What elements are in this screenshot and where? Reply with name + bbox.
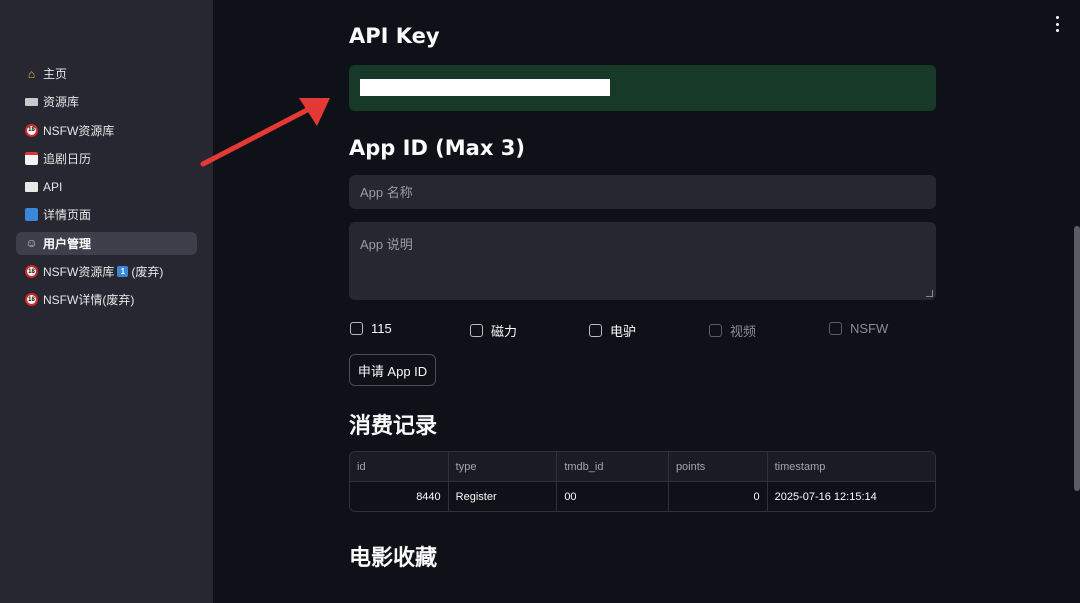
sidebar-item-calendar[interactable]: 追剧日历 [16,147,197,170]
sidebar: ⌂ 主页 资源库 18 NSFW资源库 追剧日历 API 详情页面 ☺ 用户管理… [0,0,213,603]
cell-id: 8440 [350,482,449,511]
sidebar-item-nsfw-library-deprecated[interactable]: 18 NSFW资源库 1 (废弃) [16,260,197,283]
column-header-type[interactable]: type [449,452,558,481]
scrollbar[interactable] [1074,226,1080,491]
no-under-18-icon: 18 [25,123,38,137]
checkbox-115[interactable]: 115 [350,321,392,336]
checkbox-label: 电驴 [610,324,637,339]
checkbox-box[interactable] [589,324,602,337]
sidebar-item-label: NSFW详情(废弃) [43,293,135,308]
no-under-18-icon: 18 [25,293,38,307]
checkbox-label: 115 [371,321,392,336]
calendar-icon [25,151,38,165]
table-row: 8440 Register 00 0 2025-07-16 12:15:14 [350,482,935,511]
app-name-input[interactable] [349,175,936,209]
textarea-resize-handle[interactable] [926,290,933,297]
annotation-arrow [200,98,330,167]
sidebar-item-home[interactable]: ⌂ 主页 [16,62,197,85]
app-id-heading: App ID (Max 3) [349,136,525,160]
sidebar-item-label: API [43,179,63,194]
keyboard-icon [25,97,38,106]
favorites-heading: 电影收藏 [349,546,438,571]
sidebar-item-label: 主页 [43,67,68,81]
consumption-heading: 消费记录 [349,414,438,439]
sidebar-item-label: NSFW资源库 [43,265,115,280]
sidebar-item-user-management[interactable]: ☺ 用户管理 [16,231,197,255]
sidebar-item-details[interactable]: 详情页面 [16,203,197,226]
checkbox-box [709,324,722,337]
checkbox-label: NSFW [850,321,889,336]
sidebar-nav: ⌂ 主页 资源库 18 NSFW资源库 追剧日历 API 详情页面 ☺ 用户管理… [16,62,197,317]
checkbox-box[interactable] [470,324,483,337]
checkbox-label: 磁力 [491,324,518,339]
sidebar-item-library[interactable]: 资源库 [16,90,197,113]
consumption-table: id type tmdb_id points timestamp 8440 Re… [349,451,936,512]
checkbox-video: 视频 [709,321,756,340]
sidebar-item-label: 用户管理 [43,236,92,251]
sidebar-item-label: 追剧日历 [43,151,92,166]
cell-tmdb-id: 00 [557,482,669,511]
checkbox-label: 视频 [730,324,757,339]
apply-app-id-button[interactable]: 申请 App ID [349,354,436,386]
sidebar-item-label: 资源库 [43,95,80,110]
cell-type: Register [449,482,558,511]
checkbox-magnet[interactable]: 磁力 [470,321,517,340]
checkbox-box [829,322,842,335]
column-header-id[interactable]: id [350,452,449,481]
api-key-heading: API Key [349,24,440,48]
app-description-input[interactable] [349,222,936,300]
checkbox-nsfw: NSFW [829,321,888,336]
sidebar-item-suffix: (废弃) [131,265,164,280]
more-menu-icon[interactable] [1052,16,1062,32]
api-key-box [349,65,936,111]
checkbox-ed2k[interactable]: 电驴 [589,321,636,340]
table-header-row: id type tmdb_id points timestamp [350,452,935,482]
house-icon: ⌂ [27,66,36,81]
book-icon [25,181,38,192]
no-under-18-icon: 18 [25,265,38,279]
cell-points: 0 [669,482,768,511]
sidebar-item-label: 详情页面 [43,208,92,223]
grid-icon [25,208,38,222]
sidebar-item-label: NSFW资源库 [43,123,115,138]
sidebar-item-api[interactable]: API [16,175,197,198]
api-key-value [360,79,610,96]
keycap-one-icon: 1 [117,266,129,278]
sidebar-item-nsfw-library[interactable]: 18 NSFW资源库 [16,119,197,142]
user-icon: ☺ [25,236,38,251]
cell-timestamp: 2025-07-16 12:15:14 [774,491,877,503]
column-header-tmdb-id[interactable]: tmdb_id [557,452,669,481]
sidebar-item-nsfw-details-deprecated[interactable]: 18 NSFW详情(废弃) [16,288,197,311]
checkbox-box[interactable] [350,322,363,335]
column-header-points[interactable]: points [669,452,768,481]
column-header-timestamp[interactable]: timestamp [768,452,935,481]
